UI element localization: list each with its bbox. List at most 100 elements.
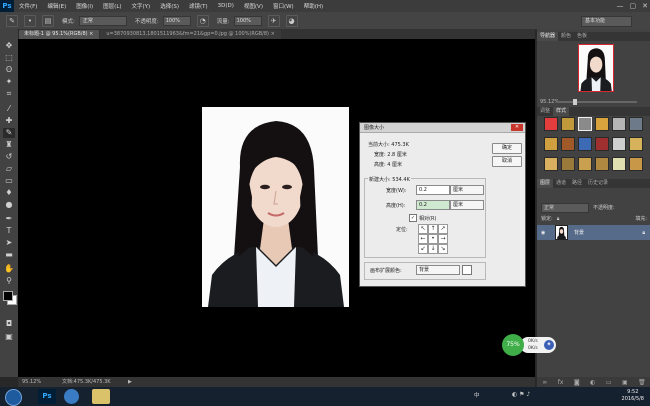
- crop-icon[interactable]: ⌗: [3, 89, 15, 99]
- history-brush-icon[interactable]: ↺: [3, 152, 15, 162]
- lasso-icon[interactable]: ʘ: [3, 65, 15, 75]
- width-unit-select[interactable]: 厘米: [450, 185, 484, 195]
- layer-name[interactable]: 背景: [574, 229, 584, 236]
- airbrush-icon[interactable]: ✈: [267, 14, 280, 27]
- tab-layers[interactable]: 图层: [537, 179, 554, 188]
- menu-help[interactable]: 帮助(H): [299, 2, 328, 10]
- menu-window[interactable]: 窗口(W): [268, 2, 299, 10]
- magic-wand-icon[interactable]: ✦: [3, 77, 15, 87]
- move-icon[interactable]: ✥: [3, 41, 15, 51]
- pen-icon[interactable]: ✒: [3, 214, 15, 224]
- style-swatch[interactable]: [578, 117, 592, 131]
- brush-preset-icon[interactable]: ✎: [6, 14, 18, 27]
- new-layer-icon[interactable]: ▣: [622, 379, 628, 386]
- workspace-select[interactable]: 基本功能: [581, 16, 632, 27]
- height-unit-select[interactable]: 厘米: [450, 200, 484, 210]
- style-swatch[interactable]: [629, 117, 643, 131]
- anchor-arrow-icon[interactable]: ↗: [438, 224, 448, 234]
- anchor-arrow-icon[interactable]: ↘: [438, 244, 448, 254]
- extension-color-select[interactable]: 背景: [416, 265, 460, 275]
- style-swatch[interactable]: [612, 117, 626, 131]
- style-swatch[interactable]: [595, 157, 609, 171]
- style-swatch[interactable]: [612, 137, 626, 151]
- navigator-zoom-slider[interactable]: [557, 101, 637, 103]
- clock[interactable]: 9:52 2016/5/8: [622, 389, 644, 403]
- anchor-arrow-icon[interactable]: ←: [418, 234, 428, 244]
- menu-select[interactable]: 选择(S): [155, 2, 184, 10]
- blend-mode-select[interactable]: 正常: [541, 202, 589, 213]
- style-swatch[interactable]: [544, 137, 558, 151]
- brush-size-icon[interactable]: •: [24, 14, 36, 27]
- ok-button[interactable]: 确定: [492, 143, 522, 154]
- zoom-icon[interactable]: ⚲: [3, 276, 15, 286]
- style-swatch[interactable]: [629, 137, 643, 151]
- lock-icon[interactable]: 🔒︎: [557, 216, 560, 222]
- foreground-color-swatch[interactable]: [3, 291, 13, 301]
- style-swatch[interactable]: [544, 157, 558, 171]
- hand-icon[interactable]: ✋: [3, 264, 15, 274]
- cancel-button[interactable]: 取消: [492, 156, 522, 167]
- menu-edit[interactable]: 编辑(E): [42, 2, 71, 10]
- pressure-opacity-icon[interactable]: ◔: [196, 14, 209, 27]
- style-swatch[interactable]: [561, 157, 575, 171]
- close-icon[interactable]: ✕: [642, 2, 648, 10]
- start-button[interactable]: [5, 389, 22, 406]
- anchor-arrow-icon[interactable]: ↙: [418, 244, 428, 254]
- style-swatch[interactable]: [612, 157, 626, 171]
- style-swatch[interactable]: [561, 117, 575, 131]
- mode-select[interactable]: 正常: [78, 15, 127, 26]
- style-swatch[interactable]: [561, 137, 575, 151]
- flow-field[interactable]: 100%: [233, 15, 262, 26]
- dodge-icon[interactable]: ●: [3, 200, 15, 210]
- extension-color-swatch[interactable]: [462, 265, 472, 275]
- shape-icon[interactable]: ▬: [3, 250, 15, 260]
- eyedropper-icon[interactable]: ⁄: [3, 104, 15, 114]
- marquee-icon[interactable]: ⬚: [3, 53, 15, 63]
- blur-icon[interactable]: ♦: [3, 188, 15, 198]
- minimize-icon[interactable]: —: [617, 2, 624, 10]
- style-swatch[interactable]: [544, 117, 558, 131]
- status-arrow-icon[interactable]: ▶: [128, 377, 132, 387]
- dialog-title[interactable]: 图像大小: [360, 123, 525, 133]
- menu-type[interactable]: 文字(Y): [127, 2, 156, 10]
- anchor-arrow-icon[interactable]: ↑: [428, 224, 438, 234]
- style-swatch[interactable]: [629, 157, 643, 171]
- type-icon[interactable]: T: [3, 226, 15, 236]
- dialog-close-icon[interactable]: ✕: [511, 124, 523, 131]
- maximize-icon[interactable]: ▢: [630, 2, 637, 10]
- status-zoom[interactable]: 95.12%: [22, 377, 41, 387]
- path-select-icon[interactable]: ➤: [3, 238, 15, 248]
- explorer-taskbar-icon[interactable]: [92, 389, 110, 404]
- tab-channels[interactable]: 通道: [553, 179, 569, 188]
- tab-photo-jpg[interactable]: u=3870930813,1801511963&fm=21&gp=0.jpg @…: [100, 30, 281, 39]
- tab-swatches[interactable]: 色板: [574, 32, 590, 41]
- tab-paths[interactable]: 路径: [569, 179, 585, 188]
- layer-row-background[interactable]: ◉ 背景 🔒︎: [537, 225, 650, 240]
- group-icon[interactable]: ▭: [606, 379, 612, 386]
- menu-filter[interactable]: 滤镜(T): [184, 2, 213, 10]
- trash-icon[interactable]: 🗑︎: [638, 379, 646, 386]
- tab-untitled-1[interactable]: 未标题-1 @ 95.1%(RGB/8) ×: [18, 30, 100, 39]
- tray-icons[interactable]: ◐ ⚑ ♪: [512, 391, 530, 398]
- anchor-arrow-icon[interactable]: ↓: [428, 244, 438, 254]
- photoshop-taskbar-icon[interactable]: Ps: [38, 389, 56, 404]
- tab-adjustments[interactable]: 调整: [537, 107, 553, 116]
- network-speed-widget[interactable]: 0K/s 0K/s ◈ 75%: [502, 334, 558, 356]
- menu-view[interactable]: 视图(V): [239, 2, 268, 10]
- eraser-icon[interactable]: ▱: [3, 164, 15, 174]
- fx-icon[interactable]: fx: [558, 379, 564, 386]
- style-swatch[interactable]: [578, 157, 592, 171]
- height-field[interactable]: 0.2: [416, 200, 450, 210]
- healing-icon[interactable]: ✚: [3, 116, 15, 126]
- gradient-icon[interactable]: ▭: [3, 176, 15, 186]
- memory-percent-badge[interactable]: 75%: [502, 334, 524, 356]
- visibility-eye-icon[interactable]: ◉: [541, 230, 545, 236]
- anchor-arrow-icon[interactable]: →: [438, 234, 448, 244]
- quick-mask-icon[interactable]: ◘: [3, 319, 15, 329]
- stamp-icon[interactable]: ♜: [3, 140, 15, 150]
- mask-icon[interactable]: ◙: [574, 379, 580, 386]
- menu-file[interactable]: 文件(F): [14, 2, 42, 10]
- menu-layer[interactable]: 图层(L): [98, 2, 126, 10]
- menu-3d[interactable]: 3D(D): [213, 3, 239, 9]
- link-layers-icon[interactable]: ∞: [542, 379, 547, 386]
